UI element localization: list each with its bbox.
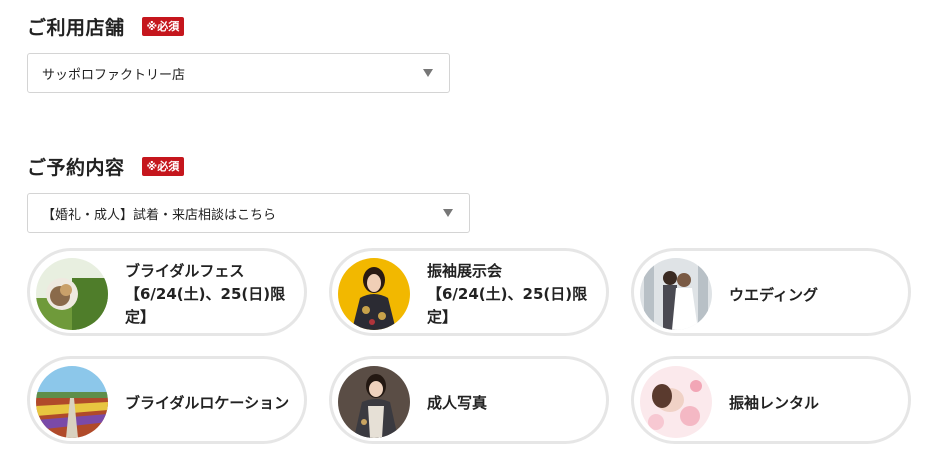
store-select[interactable]: サッポロファクトリー店 bbox=[27, 53, 450, 93]
furisode-rental-photo bbox=[640, 366, 712, 438]
reservation-select-value: 【婚礼・成人】試着・来店相談はこちら bbox=[42, 207, 277, 223]
required-badge: ※必須 bbox=[141, 17, 185, 36]
bridal-fair-photo bbox=[36, 258, 108, 330]
option-card-wedding[interactable]: ウエディング bbox=[631, 248, 911, 336]
card-label: ウエディング bbox=[729, 286, 818, 304]
option-card-bridal-location[interactable]: ブライダルロケーション bbox=[27, 356, 307, 444]
store-section-title: ご利用店舗 bbox=[27, 17, 125, 39]
option-card-furisode-rental[interactable]: 振袖レンタル bbox=[631, 356, 911, 444]
card-label: ブライダルフェス 【6/24(土)、25(日)限 定】 bbox=[125, 262, 286, 326]
store-select-value: サッポロファクトリー店 bbox=[42, 67, 186, 83]
chevron-down-icon bbox=[423, 69, 433, 77]
store-section-header: ご利用店舗 ※必須 bbox=[27, 13, 185, 40]
reservation-select[interactable]: 【婚礼・成人】試着・来店相談はこちら bbox=[27, 193, 470, 233]
reservation-section-title: ご予約内容 bbox=[27, 157, 125, 179]
card-label: 成人写真 bbox=[427, 394, 488, 412]
required-badge: ※必須 bbox=[141, 157, 185, 176]
card-label: ブライダルロケーション bbox=[125, 394, 290, 412]
option-card-furisode-exhibition[interactable]: 振袖展示会 【6/24(土)、25(日)限 定】 bbox=[329, 248, 609, 336]
option-card-coming-of-age[interactable]: 成人写真 bbox=[329, 356, 609, 444]
card-label: 振袖レンタル bbox=[729, 394, 820, 412]
option-card-bridal-fair[interactable]: ブライダルフェス 【6/24(土)、25(日)限 定】 bbox=[27, 248, 307, 336]
flower-field-photo bbox=[36, 366, 108, 438]
wedding-photo bbox=[640, 258, 712, 330]
card-label: 振袖展示会 【6/24(土)、25(日)限 定】 bbox=[427, 262, 588, 326]
furisode-exhibition-photo bbox=[338, 258, 410, 330]
chevron-down-icon bbox=[443, 209, 453, 217]
reservation-section-header: ご予約内容 ※必須 bbox=[27, 153, 185, 180]
coming-of-age-photo bbox=[338, 366, 410, 438]
